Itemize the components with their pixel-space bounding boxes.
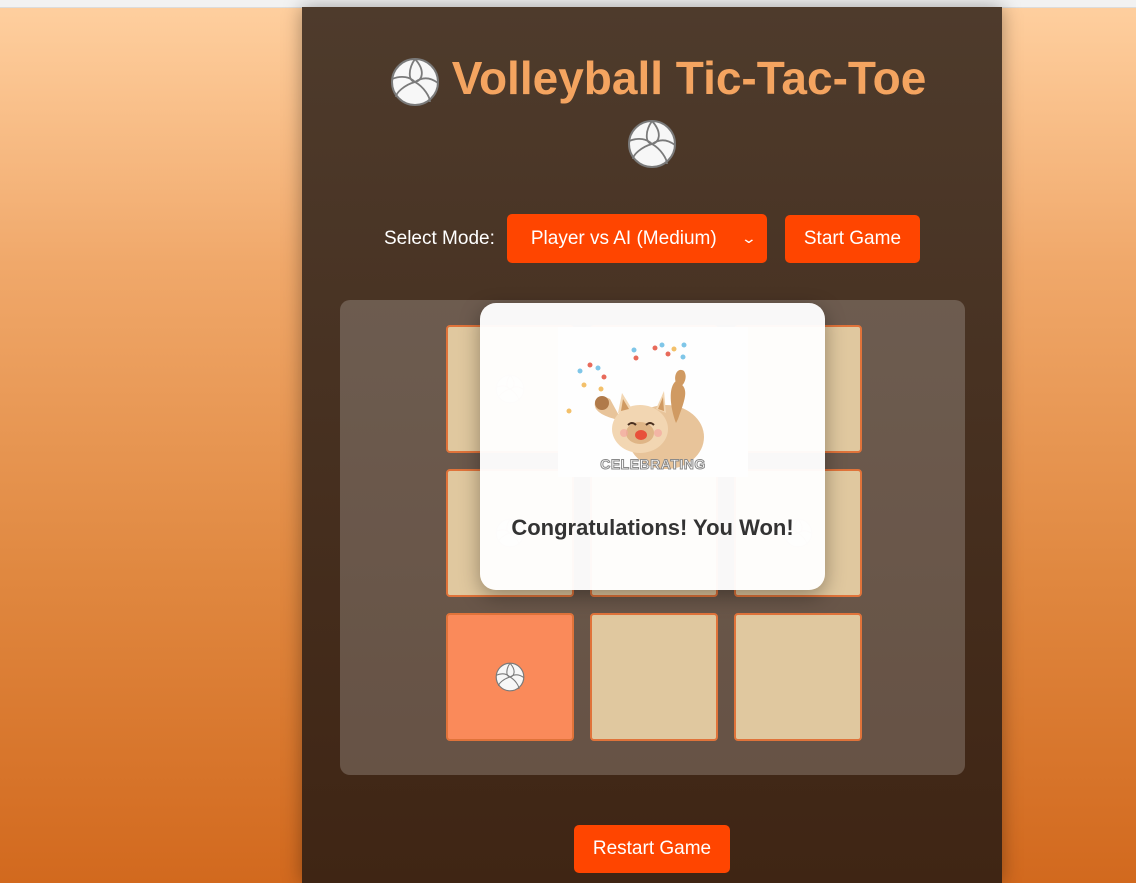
- win-message: Congratulations! You Won!: [511, 515, 794, 540]
- mode-label: Select Mode:: [383, 227, 495, 249]
- board-cell[interactable]: [590, 613, 718, 741]
- game-container: Volleyball Tic-Tac-Toe Select Mode: Play…: [302, 7, 1002, 883]
- start-game-button[interactable]: Start Game: [784, 214, 921, 263]
- mode-select-value: Player vs AI (Medium): [530, 227, 717, 249]
- chevron-down-icon: ⌄: [740, 230, 758, 246]
- restart-row: Restart Game: [302, 825, 1002, 873]
- volleyball-icon: [627, 119, 677, 169]
- mode-row: Select Mode: Player vs AI (Medium) ⌄ Sta…: [302, 214, 1002, 263]
- page-title: Volleyball Tic-Tac-Toe: [302, 47, 1002, 171]
- win-modal: CELEBRATING Congratulations! You Won!: [480, 303, 825, 590]
- mode-select[interactable]: Player vs AI (Medium) ⌄: [506, 214, 767, 263]
- title-text: Volleyball Tic-Tac-Toe: [451, 52, 927, 104]
- volleyball-icon: [390, 57, 440, 107]
- restart-game-button[interactable]: Restart Game: [573, 825, 731, 873]
- celebration-image: [558, 327, 748, 477]
- board-cell[interactable]: [734, 613, 862, 741]
- celebration-caption: CELEBRATING: [600, 456, 706, 473]
- volleyball-icon: [495, 662, 525, 692]
- board-cell[interactable]: [446, 613, 574, 741]
